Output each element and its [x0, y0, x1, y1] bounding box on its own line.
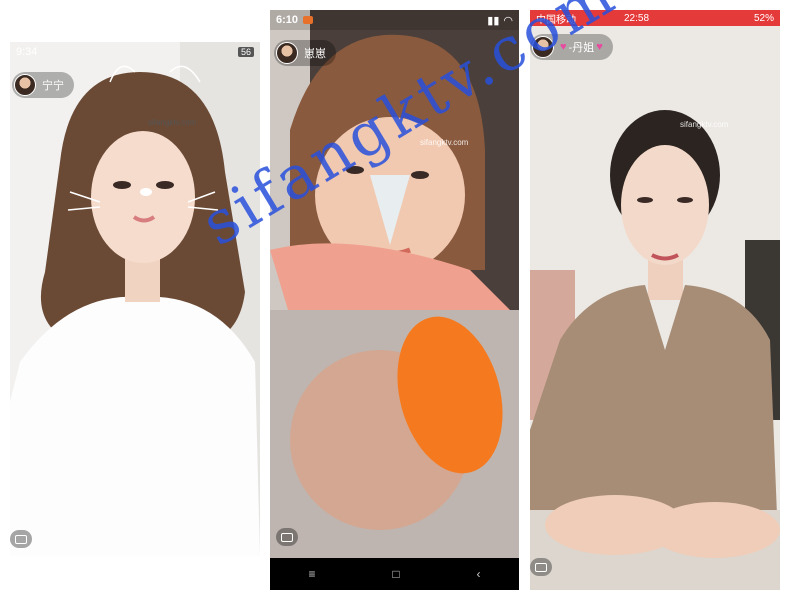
host-name: -丹姐 — [568, 42, 595, 54]
chat-icon — [281, 532, 293, 542]
host-avatar[interactable] — [14, 74, 36, 96]
photo-watermark: sifangktv.com — [420, 138, 469, 147]
battery-level: 52% — [753, 12, 774, 24]
status-bar: 6:10 ▮▮ ◠ — [270, 10, 519, 30]
wifi-icon: ◠ — [503, 14, 513, 27]
photo-watermark: sifangktv.com — [148, 118, 197, 127]
host-badge[interactable]: 宁宁 — [12, 72, 74, 98]
status-indicator: 56 — [237, 47, 254, 57]
host-avatar[interactable] — [276, 42, 298, 64]
chat-icon — [15, 534, 27, 544]
home-key[interactable]: □ — [392, 567, 399, 581]
system-nav-bar: ≡ □ ‹ — [270, 558, 519, 590]
notification-icon — [303, 16, 314, 24]
menu-key[interactable]: ≡ — [308, 567, 315, 581]
photo-2 — [270, 10, 519, 590]
stream-panel-3: 中国移动 22:58 52% ♥ -丹姐 ♥ sifangktv.com — [530, 10, 780, 590]
chat-icon — [535, 562, 547, 572]
chat-button[interactable] — [276, 528, 298, 546]
status-bar: 9:34 56 — [10, 42, 260, 62]
photo-watermark: sifangktv.com — [680, 120, 729, 129]
stream-panel-1: 9:34 56 宁宁 sifangktv.com — [10, 42, 260, 556]
heart-icon: ♥ — [560, 41, 567, 53]
photo-1 — [10, 42, 260, 556]
chat-button[interactable] — [530, 558, 552, 576]
host-badge[interactable]: 崽崽 — [274, 40, 336, 66]
signal-icon: ▮▮ — [487, 14, 500, 27]
status-time: 9:34 — [16, 46, 38, 58]
heart-icon: ♥ — [596, 41, 603, 53]
status-time: 6:10 — [276, 14, 299, 26]
carrier-name: 中国移动 — [536, 14, 576, 26]
host-name: 宁宁 — [42, 80, 64, 92]
status-time: 22:58 — [624, 12, 650, 24]
chat-button[interactable] — [10, 530, 32, 548]
photo-3 — [530, 10, 780, 590]
back-key[interactable]: ‹ — [477, 567, 481, 581]
host-name: 崽崽 — [304, 48, 326, 60]
host-badge[interactable]: ♥ -丹姐 ♥ — [530, 34, 613, 60]
status-bar: 中国移动 22:58 52% — [530, 10, 780, 26]
stream-panel-2: 6:10 ▮▮ ◠ 崽崽 sifangktv.com ≡ □ ‹ — [270, 10, 519, 590]
host-avatar[interactable] — [532, 36, 554, 58]
